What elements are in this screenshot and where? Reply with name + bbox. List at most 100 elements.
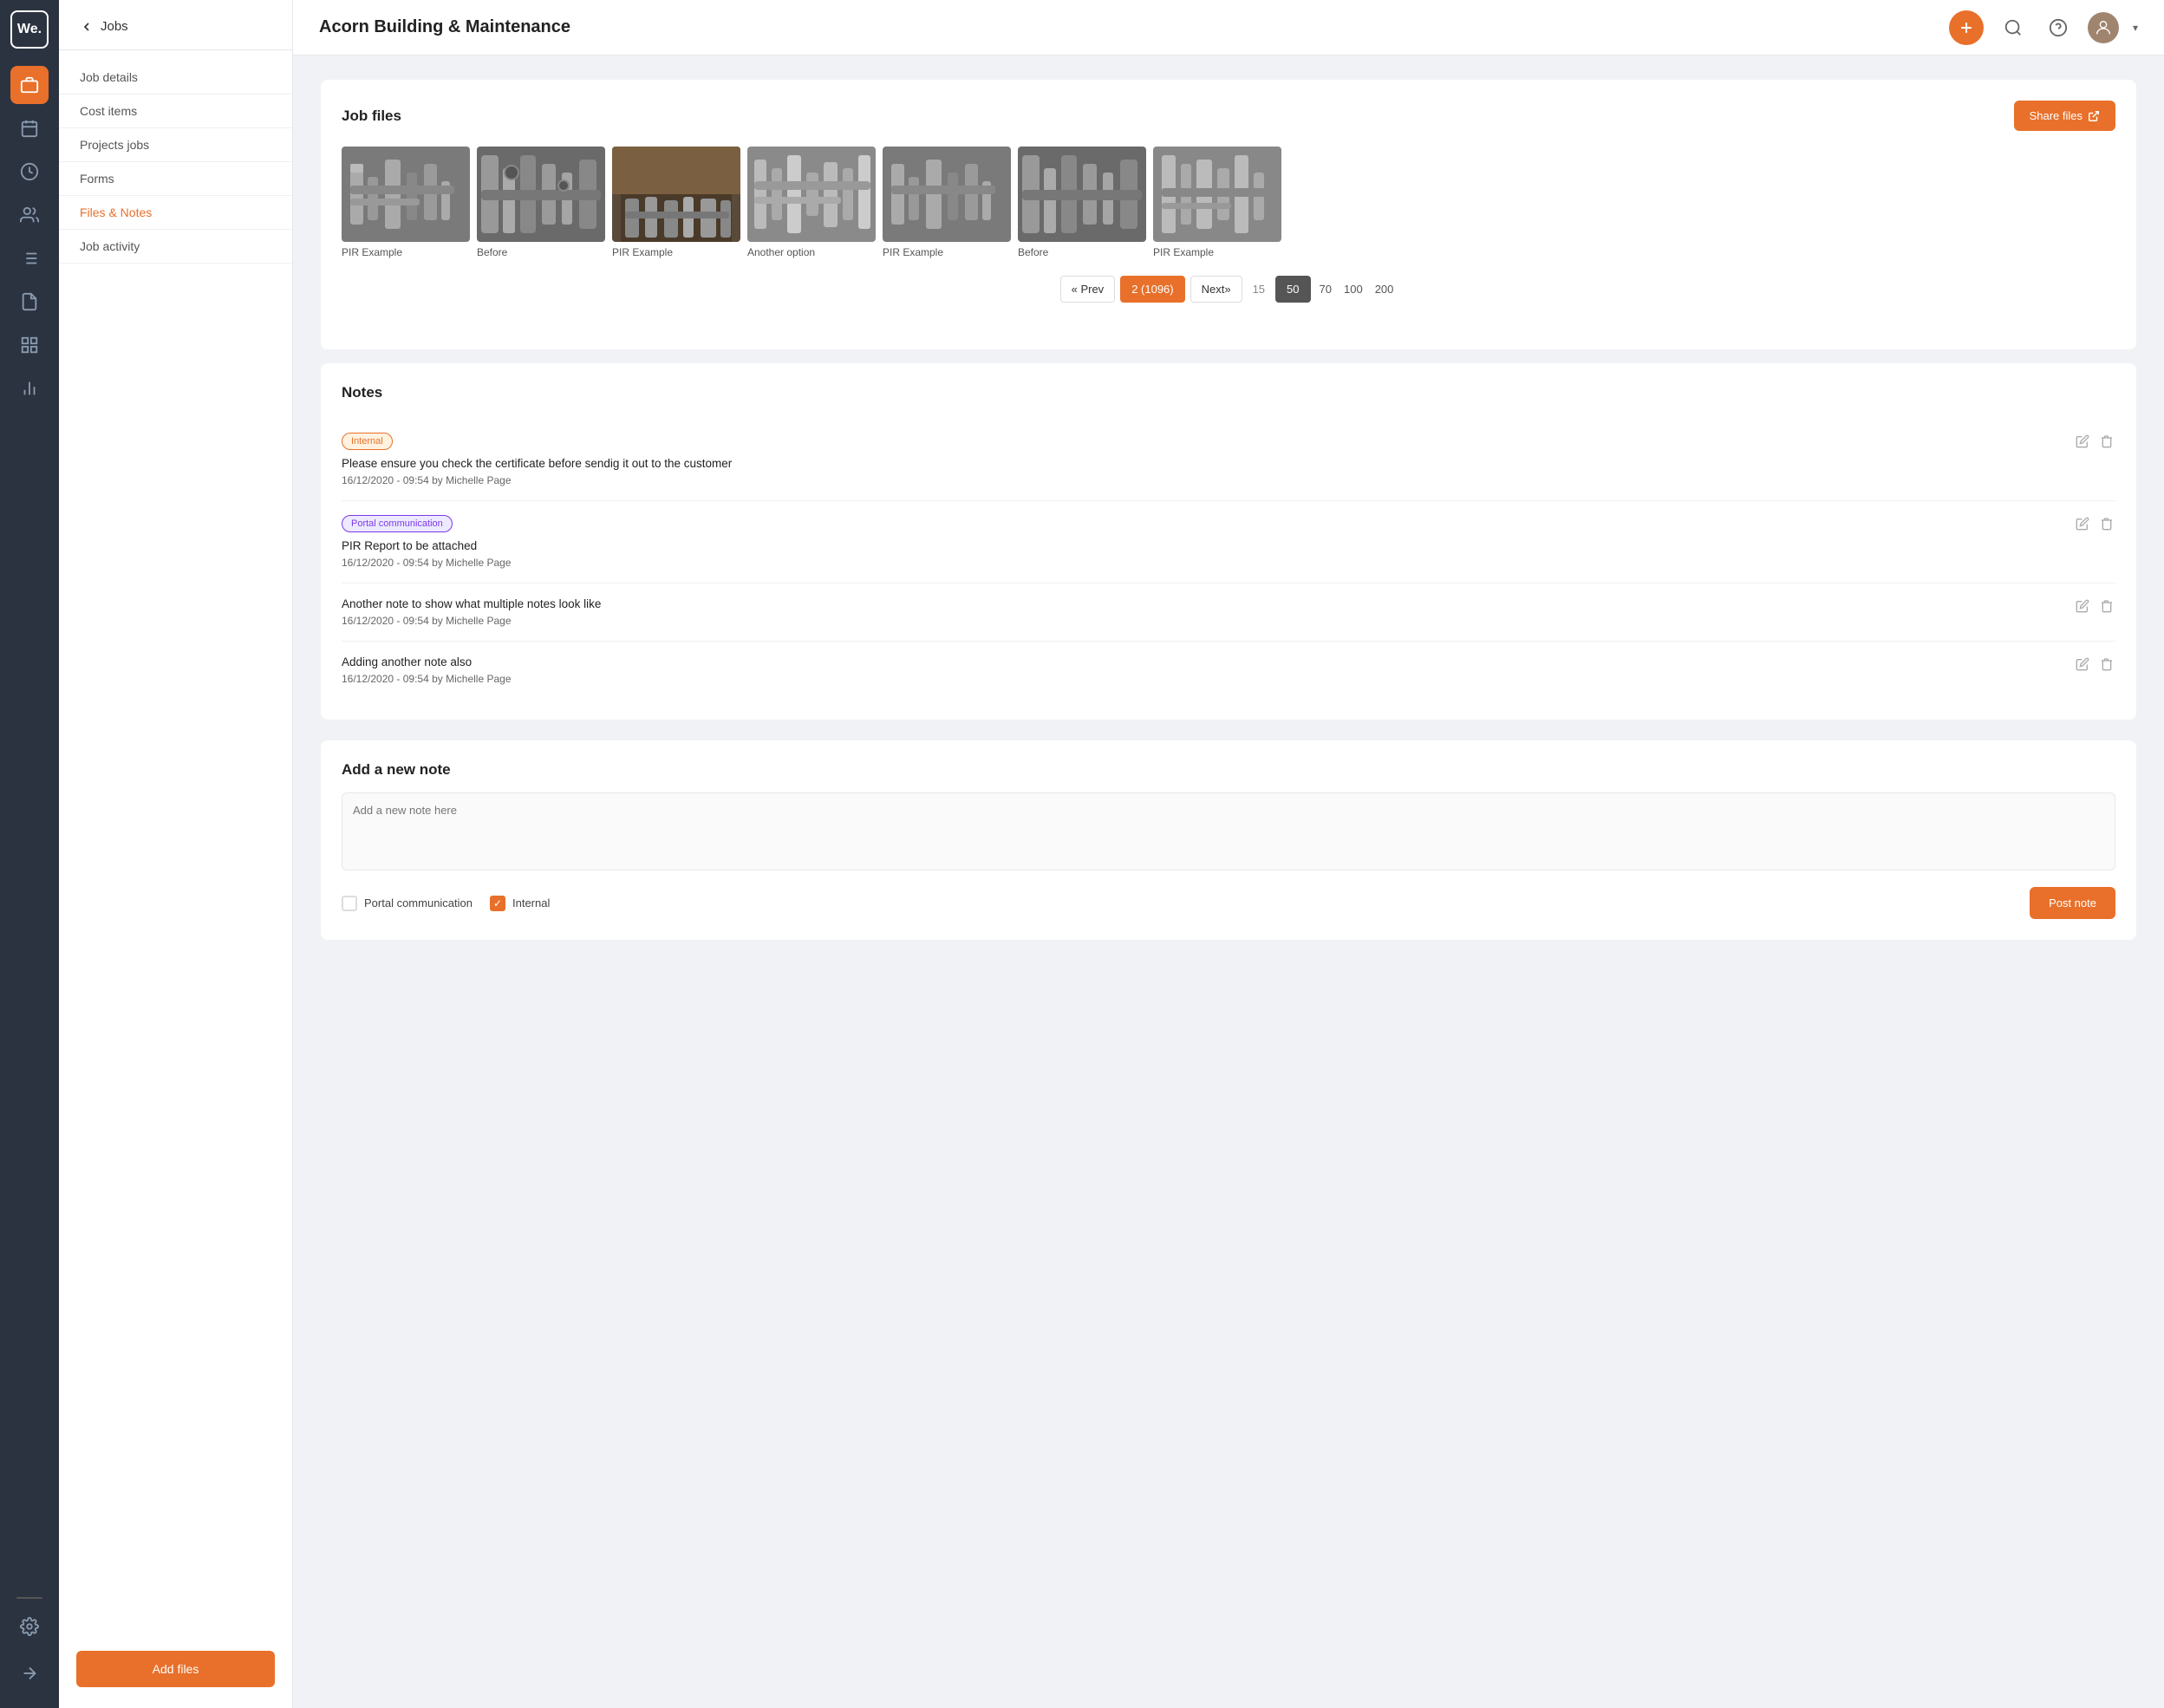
note-text-0: Please ensure you check the certificate … (342, 457, 2115, 470)
help-button[interactable] (2043, 12, 2074, 43)
add-note-section: Add a new note Portal communication ✓ In… (321, 740, 2136, 940)
internal-option[interactable]: ✓ Internal (490, 896, 550, 911)
current-page-button[interactable]: 2 (1096) (1120, 276, 1184, 303)
next-page-button[interactable]: Next» (1190, 276, 1242, 303)
page-size-70: 70 (1320, 283, 1332, 296)
post-note-button[interactable]: Post note (2030, 887, 2115, 919)
nav-icon-arrow-right[interactable] (10, 1654, 49, 1692)
sidebar-item-cost-items[interactable]: Cost items (59, 95, 292, 128)
add-note-textarea[interactable] (342, 792, 2115, 870)
gallery-label-2: PIR Example (612, 246, 740, 258)
share-files-button[interactable]: Share files (2014, 101, 2115, 131)
nav-icon-settings[interactable] (10, 1607, 49, 1646)
job-files-header: Job files Share files (342, 101, 2115, 131)
notes-section: Notes Internal Please ensure you check t… (321, 363, 2136, 720)
divider (16, 1597, 42, 1599)
note-actions-3 (2074, 655, 2115, 677)
note-text-3: Adding another note also (342, 655, 2115, 668)
sidebar: Jobs Job details Cost items Projects job… (59, 0, 293, 1708)
note-item-2: Another note to show what multiple notes… (342, 583, 2115, 642)
internal-checkbox[interactable]: ✓ (490, 896, 505, 911)
image-gallery: PIR Example (342, 147, 2115, 258)
add-note-footer: Portal communication ✓ Internal Post not… (342, 887, 2115, 919)
sidebar-item-files-notes[interactable]: Files & Notes (59, 196, 292, 230)
note-text-2: Another note to show what multiple notes… (342, 597, 2115, 610)
edit-note-1[interactable] (2074, 515, 2091, 537)
prev-page-button[interactable]: « Prev (1060, 276, 1116, 303)
search-button[interactable] (1998, 12, 2029, 43)
app-logo: We. (10, 10, 49, 49)
gallery-item-0[interactable]: PIR Example (342, 147, 470, 258)
main-content: Job files Share files (293, 55, 2164, 1708)
note-actions-0 (2074, 433, 2115, 454)
gallery-label-3: Another option (747, 246, 876, 258)
page-size-100: 100 (1344, 283, 1363, 296)
back-label: Jobs (101, 19, 128, 34)
portal-checkbox[interactable] (342, 896, 357, 911)
note-tag-0: Internal (342, 433, 393, 450)
note-actions-2 (2074, 597, 2115, 619)
edit-note-2[interactable] (2074, 597, 2091, 619)
add-files-button[interactable]: Add files (76, 1651, 275, 1687)
note-tag-1: Portal communication (342, 515, 453, 532)
page-title: Acorn Building & Maintenance (319, 17, 570, 37)
note-text-1: PIR Report to be attached (342, 539, 2115, 552)
icon-nav: We. (0, 0, 59, 1708)
gallery-label-5: Before (1018, 246, 1146, 258)
nav-icon-chart[interactable] (10, 369, 49, 407)
edit-note-3[interactable] (2074, 655, 2091, 677)
gallery-label-1: Before (477, 246, 605, 258)
delete-note-2[interactable] (2098, 597, 2115, 619)
nav-icon-clock[interactable] (10, 153, 49, 191)
delete-note-0[interactable] (2098, 433, 2115, 454)
nav-icon-briefcase[interactable] (10, 66, 49, 104)
top-header: Acorn Building & Maintenance ▾ (293, 0, 2164, 55)
add-note-title: Add a new note (342, 761, 2115, 779)
gallery-item-1[interactable]: Before (477, 147, 605, 258)
note-item-3: Adding another note also 16/12/2020 - 09… (342, 642, 2115, 699)
nav-icon-checklist[interactable] (10, 239, 49, 277)
portal-communication-option[interactable]: Portal communication (342, 896, 473, 911)
edit-note-0[interactable] (2074, 433, 2091, 454)
user-avatar[interactable] (2088, 12, 2119, 43)
gallery-label-4: PIR Example (883, 246, 1011, 258)
delete-note-1[interactable] (2098, 515, 2115, 537)
page-size-200: 200 (1375, 283, 1394, 296)
notes-title: Notes (342, 384, 2115, 401)
nav-icon-file[interactable] (10, 283, 49, 321)
job-files-title: Job files (342, 108, 401, 125)
header-actions: ▾ (1949, 10, 2138, 45)
main-area: Acorn Building & Maintenance ▾ Job files (293, 0, 2164, 1708)
delete-note-3[interactable] (2098, 655, 2115, 677)
add-button[interactable] (1949, 10, 1984, 45)
sidebar-item-job-details[interactable]: Job details (59, 61, 292, 95)
note-meta-1: 16/12/2020 - 09:54 by Michelle Page (342, 557, 2115, 569)
page-size-50-button[interactable]: 50 (1275, 276, 1310, 303)
note-meta-3: 16/12/2020 - 09:54 by Michelle Page (342, 673, 2115, 685)
sidebar-nav: Job details Cost items Projects jobs For… (59, 50, 292, 1637)
gallery-label-6: PIR Example (1153, 246, 1281, 258)
back-to-jobs[interactable]: Jobs (59, 0, 292, 50)
pagination: « Prev 2 (1096) Next» 15 50 70 100 200 (342, 276, 2115, 303)
note-item-0: Internal Please ensure you check the cer… (342, 419, 2115, 501)
gallery-label-0: PIR Example (342, 246, 470, 258)
nav-icon-users[interactable] (10, 196, 49, 234)
portal-label: Portal communication (364, 896, 473, 909)
sidebar-item-job-activity[interactable]: Job activity (59, 230, 292, 264)
gallery-item-6[interactable]: PIR Example (1153, 147, 1281, 258)
gallery-item-3[interactable]: Another option (747, 147, 876, 258)
page-size-15: 15 (1253, 283, 1265, 296)
user-dropdown-arrow[interactable]: ▾ (2133, 22, 2138, 34)
gallery-item-4[interactable]: PIR Example (883, 147, 1011, 258)
nav-icon-grid[interactable] (10, 326, 49, 364)
note-meta-0: 16/12/2020 - 09:54 by Michelle Page (342, 474, 2115, 486)
sidebar-item-forms[interactable]: Forms (59, 162, 292, 196)
internal-label: Internal (512, 896, 550, 909)
sidebar-item-projects-jobs[interactable]: Projects jobs (59, 128, 292, 162)
gallery-item-5[interactable]: Before (1018, 147, 1146, 258)
gallery-item-2[interactable]: PIR Example (612, 147, 740, 258)
job-files-section: Job files Share files (321, 80, 2136, 349)
note-item-1: Portal communication PIR Report to be at… (342, 501, 2115, 583)
nav-icon-calendar[interactable] (10, 109, 49, 147)
note-type-options: Portal communication ✓ Internal (342, 896, 550, 911)
